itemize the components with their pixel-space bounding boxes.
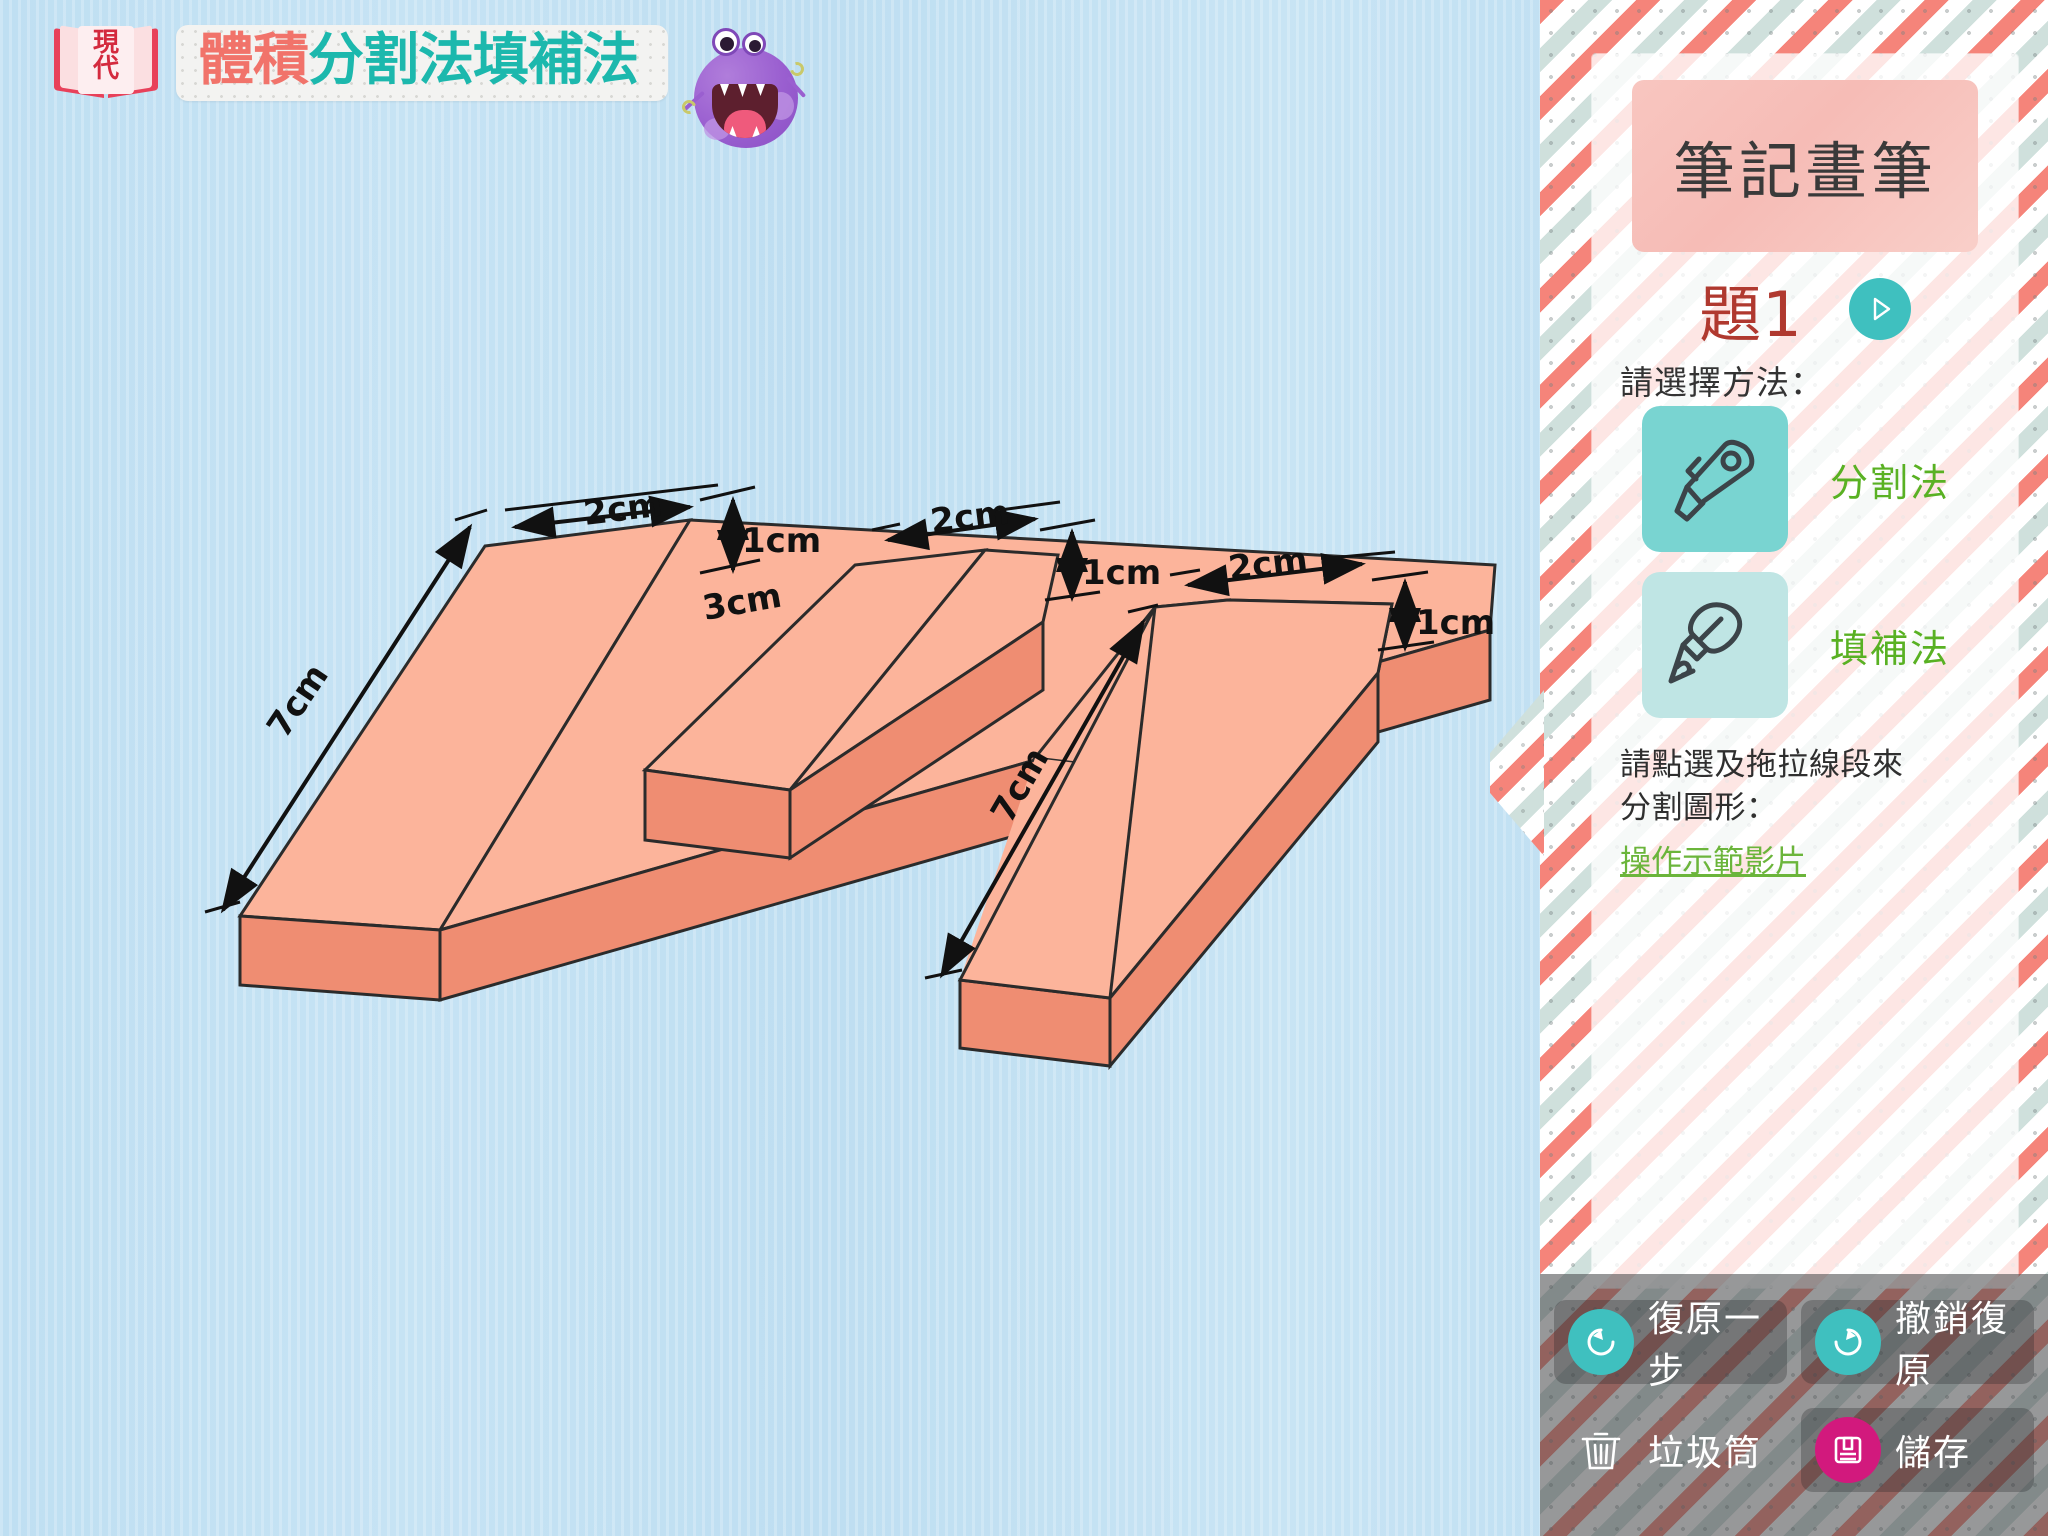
box-1-label-length: 7cm	[259, 657, 336, 745]
question-number-label: 題1	[1699, 278, 1803, 351]
trash-button-label: 垃圾筒	[1648, 1433, 1763, 1474]
panel-title-card: 筆記畫筆	[1632, 80, 1978, 252]
sidebar-panel: 筆記畫筆 題1 請選擇方法： 分割法 填補法 請點選及拖拉線段來分割圖形： 操作…	[1592, 54, 2018, 1288]
undo-arrow-icon	[1568, 1309, 1634, 1375]
demo-video-link[interactable]: 操作示範影片	[1620, 836, 1806, 881]
box-3-label-height: 1cm	[1416, 603, 1495, 643]
box-2-label-width: 2cm	[928, 493, 1012, 542]
redo-button-label: 撤銷復原	[1895, 1299, 2010, 1392]
pen-nib-icon-button[interactable]	[1642, 572, 1788, 718]
sidebar: 筆記畫筆 題1 請選擇方法： 分割法 填補法 請點選及拖拉線段來分割圖形： 操作…	[1490, 0, 2048, 1536]
method-label-split: 分割法	[1830, 460, 1951, 505]
redo-button[interactable]: 撤銷復原	[1801, 1299, 2034, 1392]
box-2-label-height: 1cm	[1082, 553, 1161, 593]
floppy-disk-save-icon	[1815, 1417, 1881, 1483]
shape-canvas[interactable]: 2cm 7cm 1cm 3cm 2cm 1cm 2cm 1cm 7cm	[0, 0, 1530, 1536]
method-option-split[interactable]: 分割法	[1642, 406, 1950, 552]
logo-text-line-2: 代	[92, 54, 119, 84]
save-button-label: 儲存	[1895, 1433, 1972, 1474]
play-triangle-icon	[1873, 297, 1890, 321]
method-option-fill[interactable]: 填補法	[1642, 572, 1950, 718]
redo-arrow-icon	[1815, 1309, 1881, 1375]
trash-button[interactable]: 垃圾筒	[1554, 1408, 1787, 1492]
pen-nib-icon	[1668, 602, 1743, 684]
undo-button[interactable]: 復原一步	[1554, 1299, 1787, 1392]
cutter-knife-icon	[1674, 439, 1755, 522]
question-row: 題1	[1592, 264, 2018, 354]
next-question-button[interactable]	[1848, 278, 1911, 340]
panel-title-text: 筆記畫筆	[1672, 135, 1937, 208]
logo-text-line-1: 現	[92, 28, 119, 58]
bottom-toolbar: 復原一步 撤銷復原 垃圾筒 儲存	[1540, 1274, 2048, 1536]
method-prompt-label: 請選擇方法：	[1620, 363, 1824, 402]
box-1-label-height: 1cm	[742, 521, 821, 561]
undo-button-label: 復原一步	[1648, 1299, 1763, 1392]
save-button[interactable]: 儲存	[1801, 1408, 2034, 1492]
method-label-fill: 填補法	[1830, 626, 1951, 671]
cutter-knife-icon-button[interactable]	[1642, 406, 1788, 552]
trash-can-icon	[1568, 1417, 1634, 1483]
instruction-text: 請點選及拖拉線段來分割圖形：	[1620, 747, 1904, 826]
